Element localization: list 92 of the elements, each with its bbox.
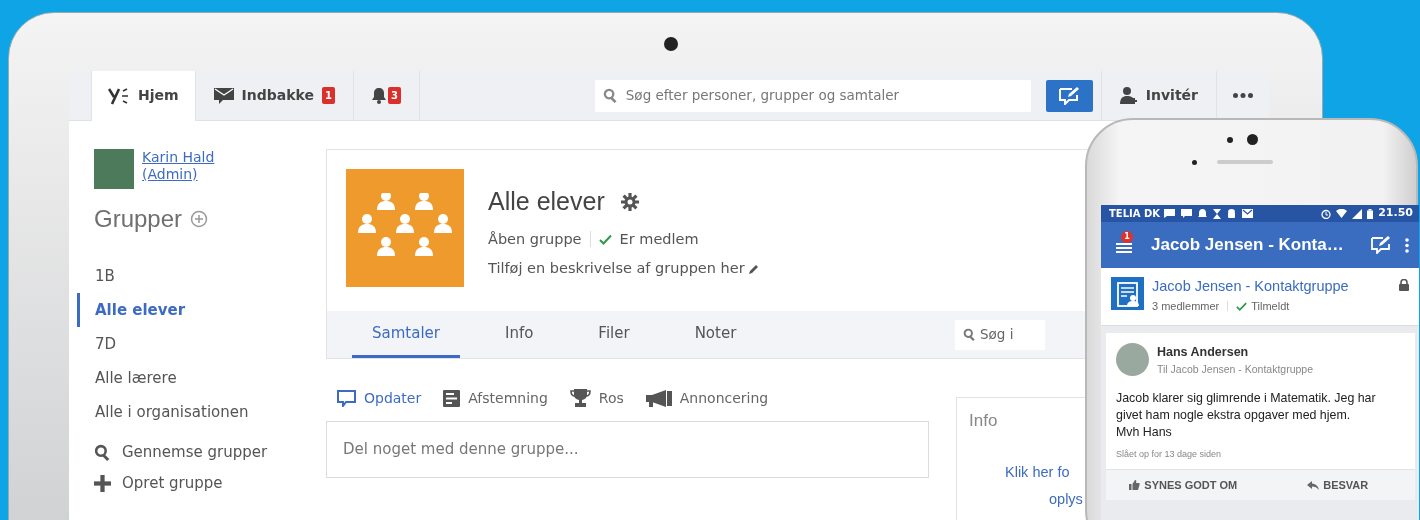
camera-icon xyxy=(663,37,678,51)
info-link[interactable]: oplys xyxy=(1049,489,1083,511)
check-icon xyxy=(598,233,612,245)
group-search-field[interactable]: Søg i xyxy=(955,319,1045,350)
group-link[interactable]: Alle i organisationen xyxy=(77,395,249,429)
carrier-label: TELIA DK xyxy=(1109,207,1160,221)
pencil-icon xyxy=(748,264,759,275)
user-link[interactable]: Karin Hald (Admin) xyxy=(142,149,232,189)
thumbs-up-icon xyxy=(1129,480,1141,491)
wifi-icon xyxy=(1336,209,1348,218)
group-link[interactable]: Alle elever xyxy=(77,293,186,327)
battery-icon xyxy=(1367,208,1374,219)
compose-button[interactable] xyxy=(1045,79,1093,112)
create-group-link[interactable]: Opret gruppe xyxy=(94,468,223,499)
post-type-tab[interactable]: Afstemning xyxy=(443,387,548,409)
compose-button[interactable] xyxy=(1371,236,1391,254)
group-link[interactable]: 7D xyxy=(77,327,117,361)
speech-bubble-icon xyxy=(337,389,356,407)
megaphone-icon xyxy=(645,389,672,407)
sensor-icon xyxy=(1192,160,1197,165)
divider xyxy=(1227,301,1229,312)
bell-icon xyxy=(372,87,386,104)
mail-icon xyxy=(1242,209,1253,218)
group-tab[interactable]: Filer xyxy=(578,311,650,358)
like-button[interactable]: SYNES GODT OM xyxy=(1106,470,1261,501)
sensor-icon xyxy=(1247,134,1258,145)
info-heading: Info xyxy=(968,410,999,432)
bell-icon xyxy=(1198,208,1207,219)
post-target: Til Jacob Jensen - Kontaktgruppe xyxy=(1157,361,1314,377)
post-type-tab[interactable]: Opdater xyxy=(337,387,422,409)
more-icon xyxy=(1233,93,1253,98)
group-link[interactable]: 1B xyxy=(77,259,115,293)
groups-heading: Grupper xyxy=(94,204,183,234)
post-time: Slået op for 13 dage siden xyxy=(1115,447,1223,461)
menu-icon xyxy=(1116,241,1132,254)
trophy-icon xyxy=(569,389,591,407)
nav-tab[interactable]: Hjem xyxy=(91,71,196,121)
check-icon xyxy=(1236,300,1248,312)
hourglass-icon xyxy=(1213,208,1221,219)
sensor-icon xyxy=(1227,137,1233,143)
notification-badge: 1 xyxy=(1121,231,1133,243)
membership-status: Er medlem xyxy=(619,229,699,249)
clock-time: 21.50 xyxy=(1378,205,1413,222)
post-type-tab[interactable]: Annoncering xyxy=(645,387,769,409)
search-icon xyxy=(94,444,111,461)
info-link[interactable]: Klik her fo xyxy=(1005,461,1070,484)
description-link[interactable]: Tilføj en beskrivelse af gruppen her xyxy=(488,258,745,280)
compose-icon xyxy=(1059,86,1080,105)
count-badge: 1 xyxy=(322,87,335,104)
person-add-icon xyxy=(1119,86,1138,105)
group-visibility: Åben gruppe xyxy=(488,229,582,249)
post-text: Jacob klarer sig glimrende i Matematik. Jeg har givet ham nogle ekstra opgaver med hjem. Mvh Hans xyxy=(1115,389,1377,442)
post-input-field[interactable]: Del noget med denne gruppe... xyxy=(326,421,929,478)
search-field[interactable]: Søg efter personer, grupper og samtaler xyxy=(594,79,1031,112)
contact-group-icon xyxy=(1111,277,1144,310)
gear-icon xyxy=(620,192,639,211)
signal-icon xyxy=(1352,208,1363,219)
author-name: Hans Andersen xyxy=(1157,344,1250,361)
logo-icon xyxy=(108,86,130,105)
nav-tab[interactable]: Indbakke 1 xyxy=(195,71,354,121)
group-link[interactable]: Alle lærere xyxy=(77,361,177,395)
poll-icon xyxy=(443,389,461,407)
group-tab[interactable]: Info xyxy=(484,311,554,358)
search-icon xyxy=(602,88,618,103)
browse-groups-link[interactable]: Gennemse grupper xyxy=(94,437,268,468)
compose-icon xyxy=(1371,236,1391,254)
count-badge: 3 xyxy=(388,87,401,104)
group-title: Alle elever xyxy=(488,186,605,217)
reply-arrow-icon xyxy=(1307,480,1320,490)
add-circle-icon xyxy=(190,210,209,228)
envelope-icon xyxy=(213,87,234,104)
kebab-icon xyxy=(1405,237,1409,253)
nav-tab[interactable]: 3 xyxy=(354,71,420,121)
app-title: Jacob Jensen - Konta… xyxy=(1151,234,1344,257)
user-photo-placeholder xyxy=(94,149,134,189)
alarm-icon xyxy=(1321,208,1332,219)
chat-icon xyxy=(1181,209,1192,218)
group-tab[interactable]: Samtaler xyxy=(352,311,460,358)
divider xyxy=(589,231,591,248)
reply-button[interactable]: BESVAR xyxy=(1260,470,1415,501)
post-type-tab[interactable]: Ros xyxy=(569,387,624,409)
search-icon xyxy=(963,328,976,341)
lock-icon xyxy=(1399,279,1409,291)
message-icon xyxy=(1164,209,1175,218)
speaker-icon xyxy=(1217,160,1273,164)
avatar-placeholder xyxy=(1116,343,1149,376)
more-button[interactable] xyxy=(1405,237,1409,253)
plus-icon xyxy=(94,475,111,492)
group-name-link[interactable]: Jacob Jensen - Kontaktgruppe xyxy=(1152,276,1349,298)
group-tab[interactable]: Noter xyxy=(674,311,757,358)
join-status: Tilmeldt xyxy=(1251,299,1290,314)
member-count: 3 medlemmer xyxy=(1152,299,1220,314)
